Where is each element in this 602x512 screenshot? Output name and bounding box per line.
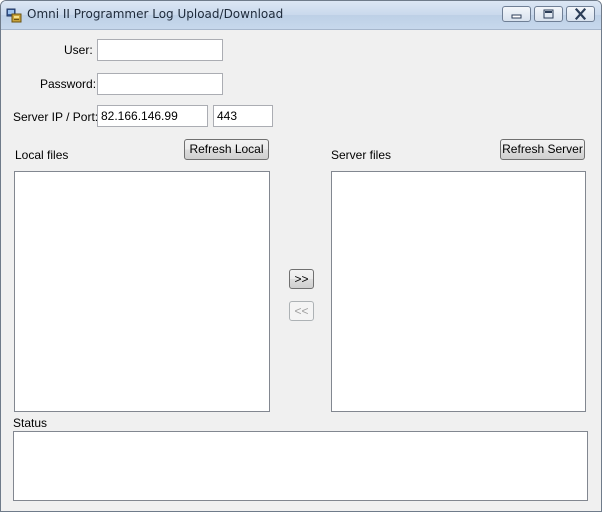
- user-label: User:: [64, 43, 93, 57]
- minimize-icon: [511, 14, 522, 19]
- close-button[interactable]: [566, 6, 595, 22]
- server-port-input[interactable]: [213, 105, 273, 127]
- status-box[interactable]: [13, 431, 588, 501]
- maximize-button[interactable]: [534, 6, 563, 22]
- minimize-button[interactable]: [502, 6, 531, 22]
- status-label: Status: [13, 416, 48, 430]
- title-bar[interactable]: Omni II Programmer Log Upload/Download: [1, 1, 601, 30]
- password-label: Password:: [40, 77, 97, 91]
- close-icon: [574, 7, 587, 21]
- server-files-label: Server files: [331, 148, 392, 162]
- download-button[interactable]: <<: [289, 301, 314, 321]
- app-window: Omni II Programmer Log Upload/Download U…: [0, 0, 602, 512]
- refresh-local-button[interactable]: Refresh Local: [184, 139, 269, 160]
- server-label: Server IP / Port:: [13, 110, 99, 124]
- upload-button[interactable]: >>: [289, 269, 314, 289]
- refresh-server-button[interactable]: Refresh Server: [500, 139, 585, 160]
- restore-icon: [543, 9, 554, 19]
- local-files-label: Local files: [15, 148, 69, 162]
- server-ip-input[interactable]: [97, 105, 208, 127]
- server-files-list[interactable]: [331, 171, 586, 412]
- app-icon: [6, 8, 22, 23]
- password-input[interactable]: [97, 73, 223, 95]
- local-files-list[interactable]: [14, 171, 270, 412]
- user-input[interactable]: [97, 39, 223, 61]
- window-title: Omni II Programmer Log Upload/Download: [27, 7, 284, 21]
